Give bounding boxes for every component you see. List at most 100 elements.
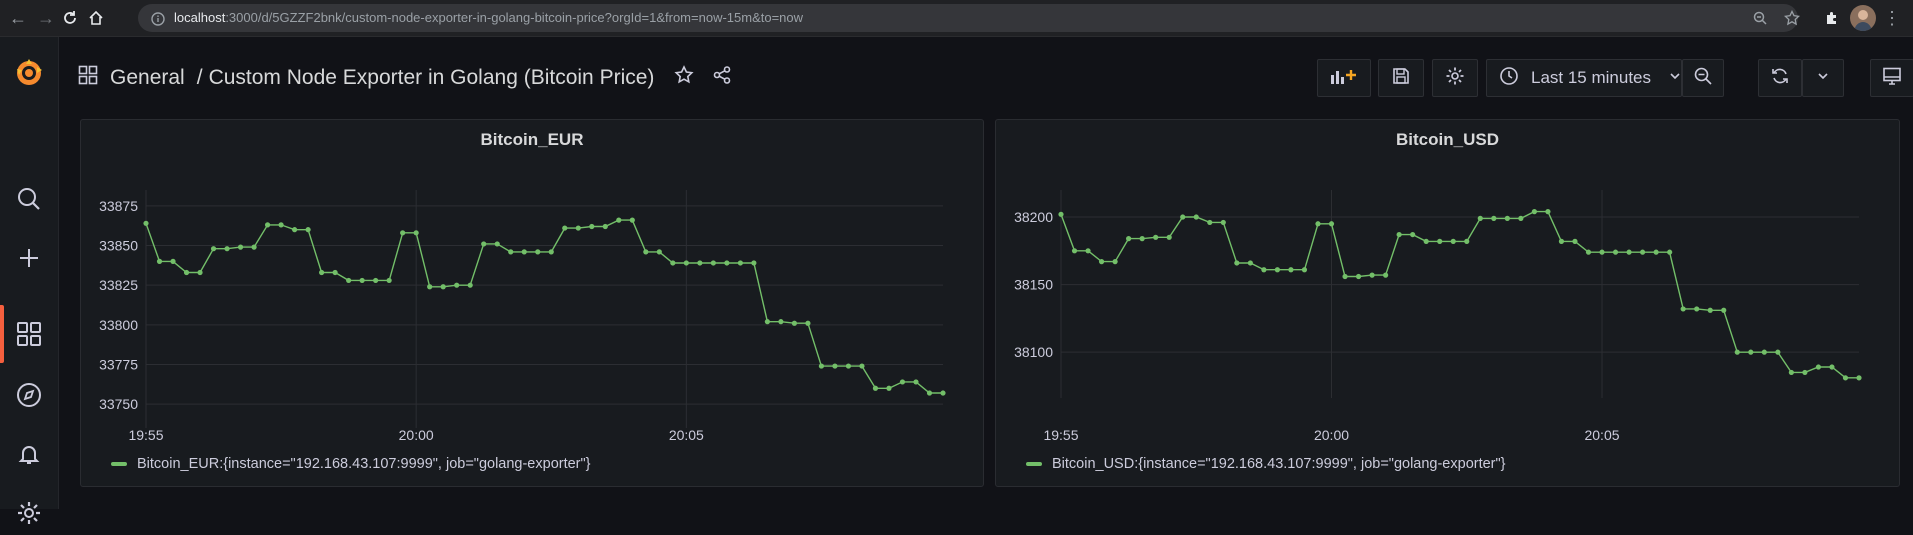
data-point bbox=[886, 385, 892, 391]
data-point bbox=[170, 258, 176, 264]
refresh-icon bbox=[1770, 66, 1790, 91]
forward-arrow-icon[interactable]: → bbox=[34, 6, 58, 30]
browser-menu-icon[interactable]: ⋮ bbox=[1880, 6, 1904, 30]
data-point bbox=[494, 241, 500, 247]
data-point bbox=[156, 258, 163, 264]
data-point bbox=[1626, 249, 1632, 255]
view-mode-button[interactable] bbox=[1870, 59, 1913, 97]
data-point bbox=[1612, 249, 1619, 255]
data-point bbox=[1328, 221, 1335, 227]
data-point bbox=[508, 249, 514, 255]
panel-bitcoin-eur[interactable]: Bitcoin_EUR 33875 33850 33825 33800 33775 337… bbox=[80, 119, 984, 487]
data-point bbox=[373, 277, 379, 284]
add-panel-icon bbox=[1330, 66, 1358, 91]
time-range-label: Last 15 minutes bbox=[1531, 68, 1652, 87]
data-point bbox=[845, 363, 852, 369]
data-point bbox=[319, 269, 325, 276]
alerting-bell-icon[interactable] bbox=[0, 432, 58, 476]
data-point bbox=[872, 385, 879, 391]
search-icon[interactable] bbox=[0, 177, 58, 221]
legend-label: Bitcoin_EUR:{instance="192.168.43.107:99… bbox=[137, 456, 591, 472]
data-point bbox=[1504, 215, 1510, 221]
url-path: :3000/d/5GZZF2bnk/custom-node-exporter-i… bbox=[225, 10, 804, 25]
data-point bbox=[1518, 215, 1524, 221]
refresh-interval-dropdown[interactable] bbox=[1802, 59, 1844, 97]
data-point bbox=[1829, 364, 1835, 370]
bookmark-star-icon[interactable] bbox=[1780, 6, 1804, 30]
data-point bbox=[1761, 349, 1767, 355]
explore-compass-icon[interactable] bbox=[0, 373, 58, 417]
data-point bbox=[710, 260, 716, 266]
data-point bbox=[683, 260, 689, 266]
add-panel-button[interactable] bbox=[1317, 59, 1371, 97]
legend-label: Bitcoin_USD:{instance="192.168.43.107:99… bbox=[1052, 456, 1506, 472]
legend-item[interactable]: Bitcoin_EUR:{instance="192.168.43.107:99… bbox=[111, 456, 591, 472]
data-point bbox=[1180, 214, 1186, 220]
reload-icon[interactable] bbox=[58, 6, 82, 30]
data-point bbox=[764, 319, 770, 325]
data-point bbox=[1193, 214, 1199, 220]
home-icon[interactable] bbox=[84, 6, 108, 30]
dashboard-header: General / Custom Node Exporter in Golang… bbox=[58, 37, 1913, 119]
share-icon[interactable] bbox=[712, 65, 732, 91]
data-point bbox=[1802, 369, 1808, 376]
bitcoin-eur-chart[interactable]: 33875 33850 33825 33800 33775 33750 19:55 20:00… bbox=[81, 120, 983, 450]
x-tick-label: 20:00 bbox=[399, 427, 434, 443]
save-dashboard-button[interactable] bbox=[1378, 59, 1424, 97]
y-tick-label: 38100 bbox=[1014, 344, 1053, 360]
series-color-swatch bbox=[1026, 462, 1042, 466]
data-point bbox=[737, 260, 743, 266]
zoom-icon[interactable] bbox=[1748, 6, 1772, 30]
data-point bbox=[1653, 249, 1659, 255]
data-point bbox=[1247, 260, 1253, 266]
data-point bbox=[454, 282, 460, 288]
data-point bbox=[1815, 364, 1822, 370]
create-plus-icon[interactable] bbox=[0, 236, 58, 280]
dashboards-apps-icon[interactable] bbox=[78, 65, 98, 91]
data-point bbox=[305, 227, 311, 233]
data-point bbox=[1383, 272, 1389, 278]
x-tick-label: 20:05 bbox=[669, 427, 704, 443]
configuration-gear-icon[interactable] bbox=[0, 491, 58, 535]
dashboard-settings-button[interactable] bbox=[1432, 59, 1478, 97]
bitcoin-usd-chart[interactable]: 38200 38150 38100 19:55 20:00 20:05 bbox=[996, 120, 1899, 450]
legend-item[interactable]: Bitcoin_USD:{instance="192.168.43.107:99… bbox=[1026, 456, 1506, 472]
data-point bbox=[643, 249, 649, 255]
extensions-puzzle-icon[interactable] bbox=[1820, 6, 1844, 30]
site-info-icon[interactable] bbox=[146, 7, 170, 31]
back-arrow-icon[interactable]: ← bbox=[6, 6, 30, 30]
data-point bbox=[264, 222, 271, 228]
dashboards-grid-icon[interactable] bbox=[0, 312, 58, 356]
data-point bbox=[1369, 272, 1375, 278]
grafana-logo-icon[interactable] bbox=[0, 51, 58, 95]
series-color-swatch bbox=[111, 462, 127, 466]
data-point bbox=[359, 277, 365, 284]
refresh-button[interactable] bbox=[1758, 59, 1802, 97]
sidebar bbox=[0, 37, 59, 524]
data-point bbox=[332, 269, 338, 276]
breadcrumb-folder[interactable]: General bbox=[110, 66, 185, 90]
data-point bbox=[1545, 209, 1551, 215]
data-point bbox=[1599, 249, 1605, 255]
dashboard-title[interactable]: Custom Node Exporter in Golang (Bitcoin … bbox=[209, 66, 655, 90]
data-point bbox=[183, 269, 190, 276]
data-point bbox=[1098, 259, 1105, 265]
data-point bbox=[1775, 349, 1781, 355]
data-point bbox=[210, 246, 217, 252]
data-point bbox=[1261, 267, 1267, 273]
data-point bbox=[1842, 375, 1849, 381]
data-point bbox=[346, 277, 352, 284]
y-tick-label: 33875 bbox=[99, 198, 138, 214]
profile-avatar[interactable] bbox=[1850, 5, 1876, 31]
favorite-star-icon[interactable] bbox=[674, 65, 694, 91]
data-point bbox=[1734, 349, 1740, 355]
data-point bbox=[1153, 234, 1159, 240]
url-text[interactable]: localhost:3000/d/5GZZF2bnk/custom-node-e… bbox=[174, 10, 803, 25]
data-point bbox=[697, 260, 703, 266]
panel-bitcoin-usd[interactable]: Bitcoin_USD 38200 38150 38100 19:55 20:00 20:… bbox=[995, 119, 1900, 487]
time-range-picker[interactable]: Last 15 minutes bbox=[1486, 59, 1682, 97]
data-point bbox=[535, 249, 541, 255]
data-point bbox=[899, 379, 906, 385]
zoom-out-button[interactable] bbox=[1682, 59, 1724, 97]
data-point bbox=[589, 223, 595, 230]
